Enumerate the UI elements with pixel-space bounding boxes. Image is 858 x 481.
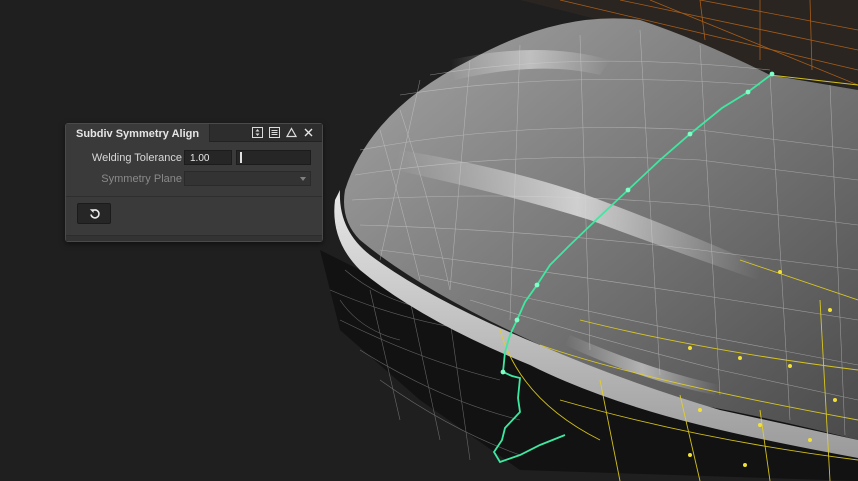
welding-tolerance-label: Welding Tolerance (91, 152, 182, 164)
symmetry-plane-row: Symmetry Plane (66, 171, 322, 187)
chevron-down-icon (300, 177, 306, 181)
reset-button[interactable] (77, 203, 111, 224)
symmetry-plane-dropdown[interactable] (184, 171, 311, 186)
panel-divider (66, 196, 322, 197)
welding-tolerance-slider[interactable] (236, 150, 311, 165)
panel-footer (66, 235, 322, 241)
slider-handle[interactable] (240, 152, 242, 163)
welding-tolerance-input[interactable]: 1.00 (184, 150, 232, 165)
collapse-expand-icon[interactable] (252, 125, 263, 139)
panel-header[interactable]: Subdiv Symmetry Align (66, 124, 322, 142)
symmetry-plane-label: Symmetry Plane (101, 173, 182, 185)
subdiv-symmetry-align-panel: Subdiv Symmetry Align Welding Tolerance … (65, 123, 323, 242)
panel-title-tab[interactable]: Subdiv Symmetry Align (66, 124, 211, 142)
panel-header-icons (252, 125, 314, 139)
close-icon[interactable] (303, 125, 314, 139)
reset-icon (89, 209, 100, 219)
menu-icon[interactable] (269, 125, 280, 139)
welding-tolerance-row: Welding Tolerance 1.00 (66, 150, 322, 166)
triangle-icon[interactable] (286, 125, 297, 139)
